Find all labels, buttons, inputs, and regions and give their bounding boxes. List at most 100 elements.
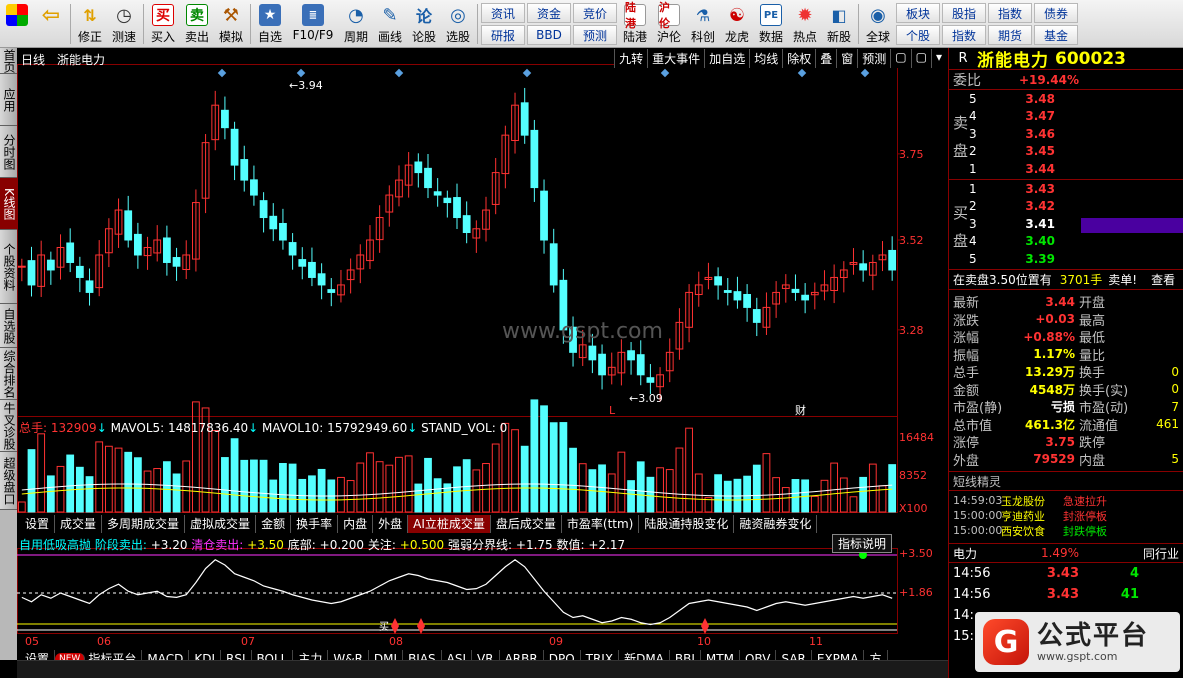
buy-label-2: 盘: [953, 232, 969, 250]
grid1-button-5[interactable]: 预测: [573, 25, 617, 45]
grid2-button-2[interactable]: 指数: [988, 3, 1032, 23]
volume-subtab-1[interactable]: 成交量: [55, 515, 103, 533]
candle: [733, 291, 742, 301]
chart-top-button-0[interactable]: 九转: [614, 49, 647, 68]
buy-row-0[interactable]: 1 3.43: [949, 180, 1183, 198]
toolbar-button-7[interactable]: ★ 自选: [253, 0, 287, 47]
chart-top-button-2[interactable]: 加自选: [704, 49, 749, 68]
volume-subtab-7[interactable]: 外盘: [373, 515, 409, 533]
volume-subtab-8[interactable]: AI立桩成交量: [408, 515, 491, 533]
grid1-button-4[interactable]: BBD: [527, 25, 571, 45]
chart-top-button-5[interactable]: 叠: [815, 49, 836, 68]
news-item[interactable]: 15:00:00 亨迪药业 封涨停板: [949, 508, 1183, 523]
volume-bar: [714, 474, 722, 513]
toolbar2-button-0[interactable]: 陆港 陆港: [618, 0, 652, 47]
toolbar-separator: [858, 4, 859, 44]
notice-row[interactable]: 在卖盘3.50位置有 3701手 卖单! 查看: [949, 270, 1183, 290]
sell-row-4[interactable]: 1 3.44: [949, 160, 1183, 178]
grid3-button-0[interactable]: 债券: [1034, 3, 1078, 23]
volume-bar: [37, 433, 46, 513]
volume-subtab-11[interactable]: 陆股通持股变化: [639, 515, 735, 533]
toolbar2-button-2[interactable]: ⚗ 科创: [686, 0, 720, 47]
left-tab-5[interactable]: 自选股: [0, 304, 17, 348]
volume-subtab-3[interactable]: 虚拟成交量: [185, 515, 257, 533]
left-tab-7[interactable]: 牛叉诊股: [0, 400, 17, 452]
buy-row-3[interactable]: 4 3.40: [949, 233, 1183, 251]
grid2-button-1[interactable]: 股指: [942, 3, 986, 23]
toolbar-button-8[interactable]: ≣ F10/F9: [287, 0, 339, 47]
volume-subtab-12[interactable]: 融资融券变化: [734, 515, 818, 533]
toolbar-button-10[interactable]: ✎ 画线: [373, 0, 407, 47]
toolbar-button-2[interactable]: ⇅ 修正: [73, 0, 107, 47]
kline-chart[interactable]: 3.993.753.523.28←3.94←3.09L财www.gspt.com…: [17, 48, 948, 660]
grid3-button-1[interactable]: 基金: [1034, 25, 1078, 45]
toolbar2-button-5[interactable]: ✹ 热点: [788, 0, 822, 47]
grid1-button-2[interactable]: 竞价: [573, 3, 617, 23]
volume-subtab-5[interactable]: 换手率: [291, 515, 339, 533]
chart-top-button-3[interactable]: 均线: [749, 49, 782, 68]
toolbar2-button-7[interactable]: ◉ 全球: [861, 0, 895, 47]
sell-level: 1: [969, 161, 977, 176]
volume-subtab-4[interactable]: 金额: [256, 515, 292, 533]
toolbar-button-1[interactable]: ⇦: [34, 0, 68, 47]
grid2-button-4[interactable]: 指数: [942, 25, 986, 45]
grid1-button-0[interactable]: 资讯: [481, 3, 525, 23]
grid1-button-3[interactable]: 研报: [481, 25, 525, 45]
volume-bar: [133, 457, 142, 513]
volume-subtab-6[interactable]: 内盘: [338, 515, 374, 533]
toolbar-button-11[interactable]: 论论股: [407, 0, 441, 47]
sell-row-1[interactable]: 4 3.47: [949, 108, 1183, 126]
toolbar-button-0[interactable]: [0, 0, 34, 47]
dropdown-icon[interactable]: ▾: [930, 49, 946, 68]
chart-top-button-4[interactable]: 除权: [782, 49, 815, 68]
left-tab-2[interactable]: 分时图: [0, 126, 17, 178]
volume-subtab-0[interactable]: 设置: [20, 515, 56, 533]
left-tab-6[interactable]: 综合排名: [0, 348, 17, 400]
toolbar-button-12[interactable]: ◎ 选股: [441, 0, 475, 47]
toolbar-button-9[interactable]: ◔ 周期: [339, 0, 373, 47]
buy-row-4[interactable]: 5 3.39: [949, 250, 1183, 268]
toolbar2-button-1[interactable]: 沪伦 沪伦: [652, 0, 686, 47]
chart-top-button-6[interactable]: 窗: [836, 49, 857, 68]
left-tab-4[interactable]: 个股资料: [0, 230, 17, 304]
news-title[interactable]: 短线精灵: [949, 471, 1183, 491]
left-tab-0[interactable]: 首页: [0, 48, 17, 74]
grid2-button-3[interactable]: 个股: [896, 25, 940, 45]
toolbar2-label-7: 全球: [865, 30, 890, 44]
left-tab-1[interactable]: 应用: [0, 74, 17, 126]
horizontal-scrollbar[interactable]: [17, 660, 948, 678]
grid2-button-0[interactable]: 板块: [896, 3, 940, 23]
grid2-button-5[interactable]: 期货: [988, 25, 1032, 45]
toolbar2-label-0: 陆港: [622, 30, 647, 44]
sell-row-3[interactable]: 2 3.45: [949, 143, 1183, 161]
buy-signal-icon: [417, 618, 425, 634]
sell-row-0[interactable]: 5 3.48: [949, 90, 1183, 108]
news-item[interactable]: 15:00:00 西安饮食 封跌停板: [949, 523, 1183, 538]
notice-view-link[interactable]: 查看: [1151, 271, 1175, 288]
toolbar-button-6[interactable]: ⚒ 模拟: [214, 0, 248, 47]
chart-top-button-7[interactable]: 预测: [857, 49, 890, 68]
sector-button[interactable]: 同行业: [1143, 545, 1179, 562]
candle: [433, 191, 442, 196]
buy-row-1[interactable]: 2 3.42: [949, 198, 1183, 216]
toolbar2-button-3[interactable]: ☯ 龙虎: [720, 0, 754, 47]
news-item[interactable]: 14:59:03 玉龙股份 急速拉升: [949, 493, 1183, 508]
toolbar-button-3[interactable]: ◷ 测速: [107, 0, 141, 47]
volume-bar: [85, 476, 94, 513]
close-icon[interactable]: ▢: [910, 49, 931, 68]
left-tab-8[interactable]: 超级盘口: [0, 452, 17, 510]
toolbar2-button-6[interactable]: ◧ 新股: [822, 0, 856, 47]
toolbar2-button-4[interactable]: PE 数据: [754, 0, 788, 47]
lock-icon[interactable]: ▢: [890, 49, 910, 68]
toolbar-button-4[interactable]: 买买入: [146, 0, 180, 47]
volume-subtab-10[interactable]: 市盈率(ttm): [561, 515, 640, 533]
volume-bar: [395, 456, 403, 513]
grid1-button-1[interactable]: 资金: [527, 3, 571, 23]
volume-subtab-2[interactable]: 多周期成交量: [102, 515, 186, 533]
chart-top-button-1[interactable]: 重大事件: [647, 49, 704, 68]
sell-row-2[interactable]: 3 3.46: [949, 125, 1183, 143]
toolbar-button-5[interactable]: 卖卖出: [180, 0, 214, 47]
left-tab-3[interactable]: K线图: [0, 178, 17, 230]
indicator-help-button[interactable]: 指标说明: [832, 534, 893, 553]
volume-subtab-9[interactable]: 盘后成交量: [490, 515, 562, 533]
